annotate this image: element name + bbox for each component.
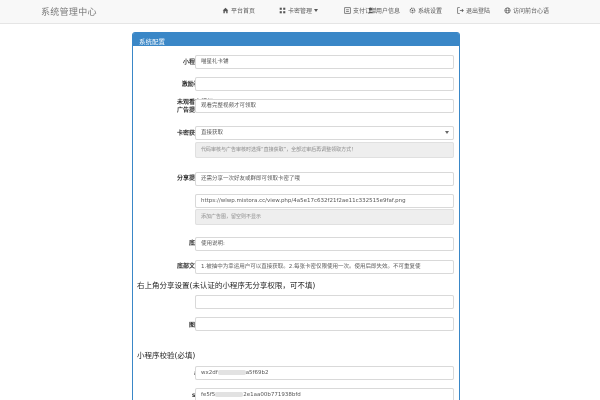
share-title-input[interactable] — [195, 295, 454, 309]
appid-value-start: wx2df — [201, 370, 218, 376]
card-method-hint: 代码审核与广告审核时选择“直接获取”，全部过审后再调整领取方式！ — [195, 142, 454, 158]
nav-logout-label: 退出登陆 — [466, 8, 491, 15]
redacted-blur — [215, 392, 244, 397]
card-method-select[interactable]: 直接获取 — [195, 126, 454, 140]
nav-home-label: 平台首页 — [231, 8, 256, 15]
chevron-down-icon — [445, 131, 449, 134]
appid-input[interactable]: wx2df a5f69b2 — [195, 366, 454, 380]
system-config-panel: 系统配置 小程序名称 喵星礼卡铺 激励视频ID 未观看完视频 广告提示内容 观看… — [132, 32, 460, 400]
video-tip-input[interactable]: 观看完整视频才可领取 — [195, 99, 454, 113]
panel-title: 系统配置 — [133, 33, 459, 46]
list-icon — [344, 7, 351, 14]
nav-card-management[interactable]: 卡密管理 — [279, 6, 319, 15]
ad-image-input[interactable]: https://wlwp.mistora.cc/view.php/4a5e17c… — [195, 194, 454, 208]
nav-logout[interactable]: 退出登陆 — [457, 6, 490, 15]
nav-home[interactable]: 平台首页 — [222, 6, 255, 15]
secret-value-end: 2e1aa00b771938bfd — [243, 392, 301, 398]
nav-user-info[interactable]: 用户信息 — [367, 6, 400, 15]
share-tip-input[interactable]: 还需分享一次好友或群即可领取卡密了哦 — [195, 172, 454, 186]
secret-value-start: fe5f5 — [201, 392, 216, 398]
nav-visit-frontend[interactable]: 访问前台心语 — [504, 6, 549, 15]
globe-icon — [504, 7, 511, 14]
redacted-blur — [217, 370, 246, 375]
logout-icon — [457, 7, 464, 14]
ad-image-hint: 添加广告图，留空则不显示 — [195, 209, 454, 225]
appid-value-end: a5f69b2 — [245, 370, 269, 376]
footer-text-input[interactable]: 1.被抽中为幸运用户可以直接获取。2.每张卡密仅限使用一次。使用后即失效。不可重… — [195, 260, 454, 274]
app-name-input[interactable]: 喵星礼卡铺 — [195, 55, 454, 69]
nav-user-info-label: 用户信息 — [376, 8, 401, 15]
chevron-down-icon — [314, 9, 319, 12]
share-image-input[interactable] — [195, 317, 454, 331]
grid-icon — [279, 7, 286, 14]
card-method-value: 直接获取 — [201, 130, 224, 136]
video-id-input[interactable] — [195, 77, 454, 91]
share-settings-heading: 右上角分享设置(未认证的小程序无分享权限，可不填) — [137, 281, 316, 290]
nav-system-settings[interactable]: 系统设置 — [409, 6, 442, 15]
top-navbar: 系统管理中心 平台首页 卡密管理 支付订单 用户信息 系统设置 退出登陆 访问前… — [0, 0, 600, 24]
secret-input[interactable]: fe5f5 2e1aa00b771938bfd — [195, 388, 454, 400]
footer-title-input[interactable]: 使用说明: — [195, 237, 454, 251]
user-icon — [367, 7, 374, 14]
gear-icon — [409, 7, 416, 14]
nav-visit-frontend-label: 访问前台心语 — [513, 8, 550, 15]
app-title[interactable]: 系统管理中心 — [41, 5, 97, 18]
nav-system-settings-label: 系统设置 — [418, 8, 443, 15]
verify-heading: 小程序校验(必填) — [137, 351, 196, 360]
home-icon — [222, 7, 229, 14]
nav-card-management-label: 卡密管理 — [288, 8, 313, 15]
